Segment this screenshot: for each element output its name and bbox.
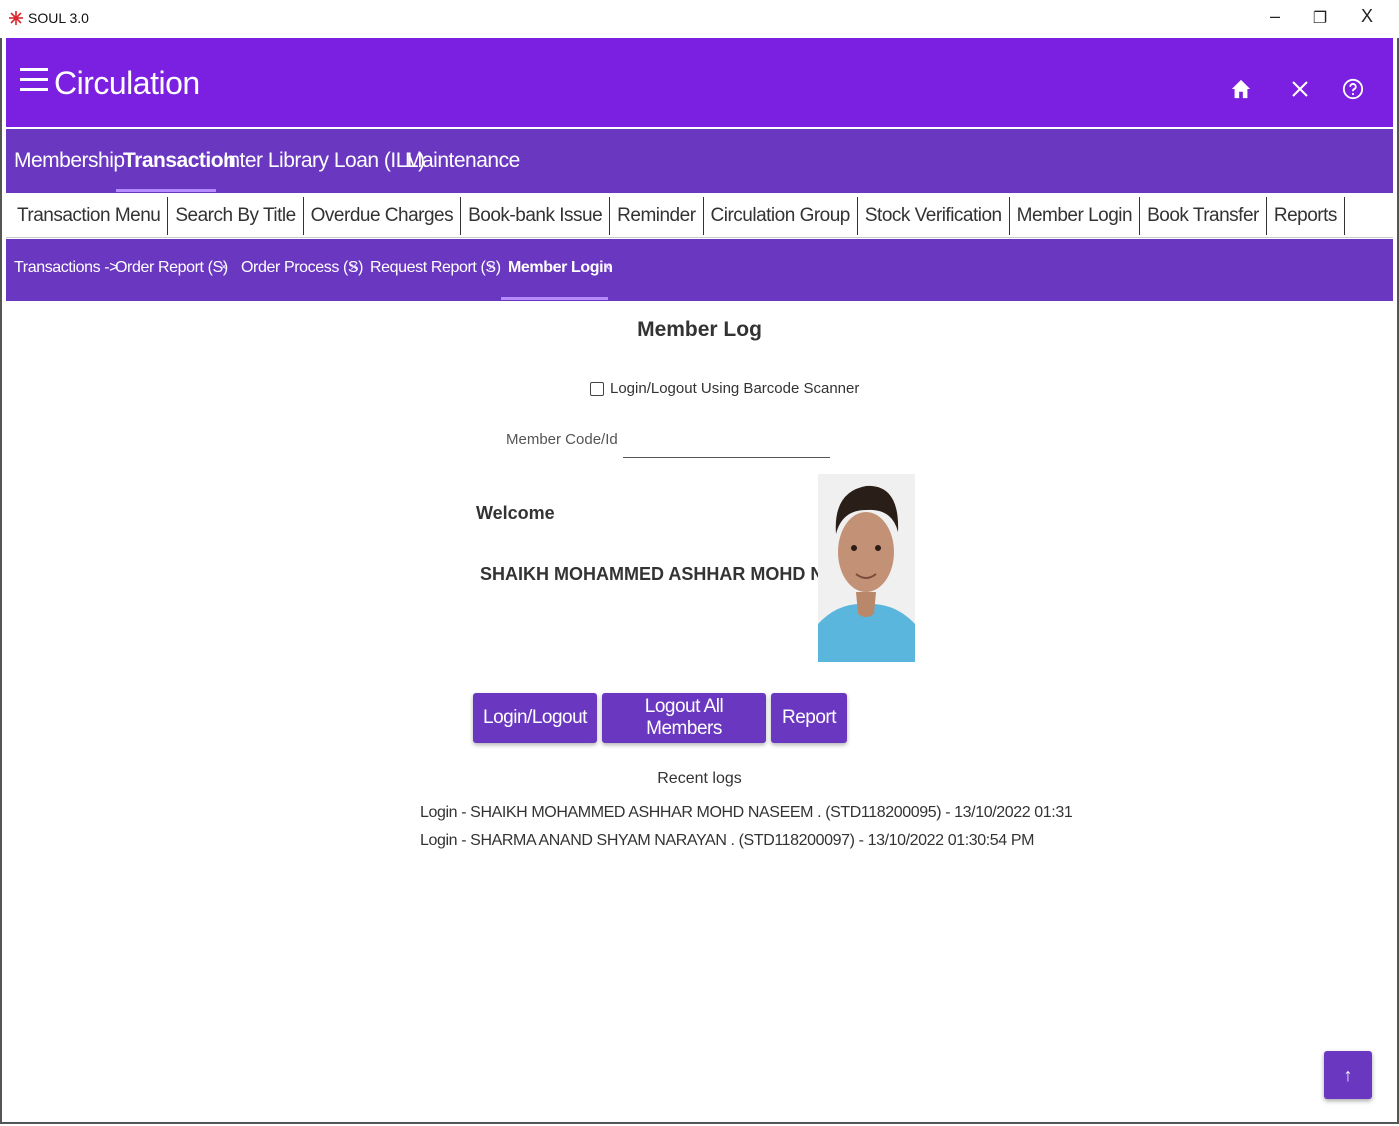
scroll-to-top-button[interactable]: ↑: [1324, 1051, 1372, 1099]
close-icon[interactable]: [1290, 79, 1310, 99]
tab-search-by-title[interactable]: Search By Title: [168, 197, 304, 235]
breadcrumb-request-report[interactable]: Request Report (S): [370, 259, 501, 277]
module-nav: Membership Transaction Inter Library Loa…: [6, 129, 1393, 193]
window-close-button[interactable]: X: [1352, 6, 1382, 27]
close-tab-request-report-icon[interactable]: ×: [488, 259, 496, 274]
window-title: SOUL 3.0: [28, 10, 89, 26]
app-heading: Circulation: [54, 65, 200, 101]
help-icon[interactable]: [1342, 78, 1364, 100]
breadcrumb: Transactions -> Order Report (S) × Order…: [6, 239, 1393, 301]
breadcrumb-root[interactable]: Transactions ->: [14, 259, 119, 277]
module-nav-transaction[interactable]: Transaction: [123, 149, 236, 173]
active-module-indicator: [116, 189, 216, 192]
member-code-input[interactable]: [623, 425, 830, 458]
welcome-text: Welcome: [476, 503, 555, 523]
module-nav-ill[interactable]: Inter Library Loan (ILL): [223, 149, 425, 173]
logout-all-members-button[interactable]: Logout All Members: [602, 693, 766, 743]
breadcrumb-order-report[interactable]: Order Report (S): [115, 259, 228, 277]
tab-reports[interactable]: Reports: [1267, 197, 1345, 235]
tab-overdue-charges[interactable]: Overdue Charges: [304, 197, 462, 235]
recent-logs-title: Recent logs: [657, 770, 742, 787]
soul-logo-icon: [9, 11, 23, 25]
app-bar: Circulation: [6, 38, 1393, 127]
tab-member-login[interactable]: Member Login: [1010, 197, 1141, 235]
tab-book-transfer[interactable]: Book Transfer: [1140, 197, 1267, 235]
close-tab-order-process-icon[interactable]: ×: [350, 259, 358, 274]
active-tab-indicator: [501, 297, 608, 300]
tab-transaction-menu[interactable]: Transaction Menu: [10, 197, 169, 235]
close-tab-order-report-icon[interactable]: ×: [220, 259, 228, 274]
close-tab-member-login-icon[interactable]: ×: [603, 259, 611, 274]
menu-icon[interactable]: [20, 68, 48, 94]
member-photo: [818, 474, 915, 662]
module-nav-maintenance[interactable]: Maintenance: [405, 149, 520, 173]
member-code-label: Member Code/Id: [506, 431, 618, 448]
barcode-scanner-option[interactable]: Login/Logout Using Barcode Scanner: [590, 380, 859, 397]
minimize-button[interactable]: –: [1260, 6, 1290, 27]
home-icon[interactable]: [1230, 78, 1252, 100]
page-title: Member Log: [637, 318, 762, 341]
tab-reminder[interactable]: Reminder: [610, 197, 704, 235]
report-button[interactable]: Report: [771, 693, 847, 743]
tab-book-bank-issue[interactable]: Book-bank Issue: [461, 197, 611, 235]
login-logout-button[interactable]: Login/Logout: [473, 693, 597, 743]
tab-stock-verification[interactable]: Stock Verification: [858, 197, 1010, 235]
transaction-submenu: Transaction Menu Search By Title Overdue C…: [6, 195, 1393, 238]
log-entry: Login - SHARMA ANAND SHYAM NARAYAN . (ST…: [420, 832, 1035, 849]
breadcrumb-member-login[interactable]: Member Login: [508, 259, 613, 277]
restore-button[interactable]: ❐: [1305, 8, 1335, 28]
barcode-scanner-checkbox[interactable]: [590, 382, 604, 397]
tab-circulation-group[interactable]: Circulation Group: [704, 197, 858, 235]
window-titlebar: SOUL 3.0 – ❐ X: [0, 0, 1399, 38]
barcode-scanner-label: Login/Logout Using Barcode Scanner: [610, 380, 860, 397]
log-entry: Login - SHAIKH MOHAMMED ASHHAR MOHD NASE…: [420, 804, 1073, 821]
breadcrumb-order-process[interactable]: Order Process (S): [241, 259, 364, 277]
module-nav-membership[interactable]: Membership: [14, 149, 125, 173]
